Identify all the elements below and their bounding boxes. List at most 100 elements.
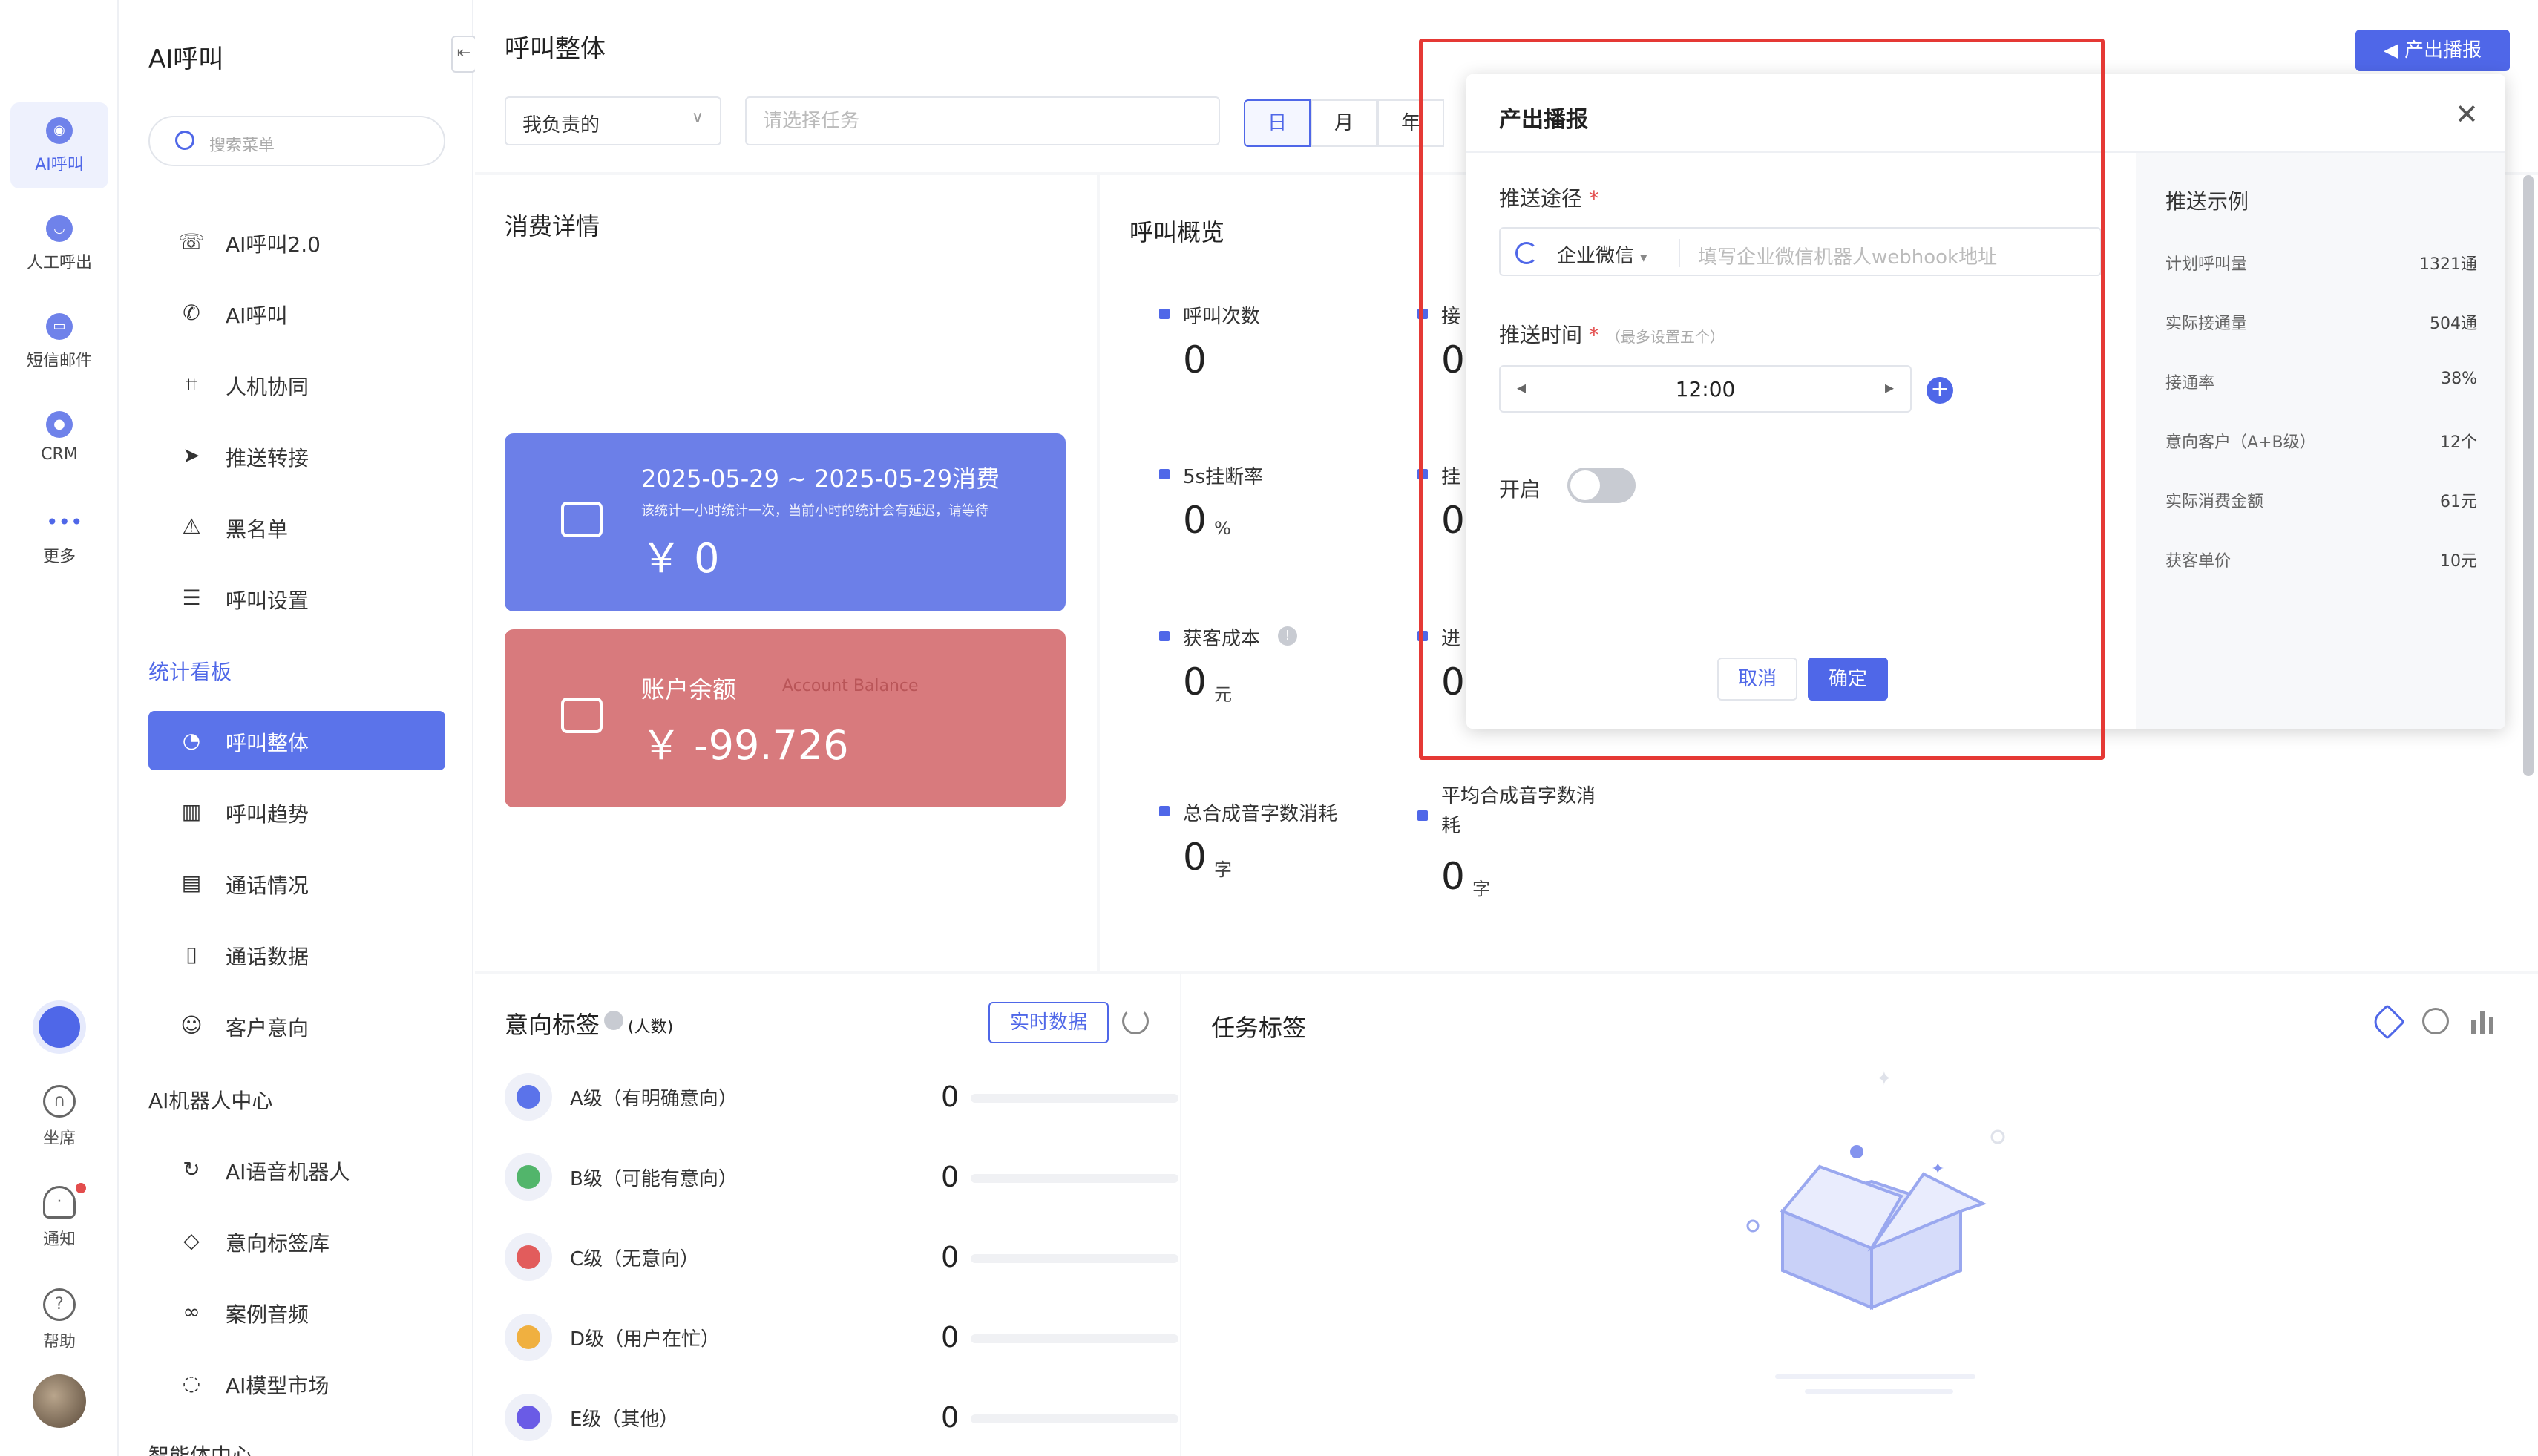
intent-level-icon: [505, 1394, 552, 1441]
example-title: 推送示例: [2165, 189, 2249, 214]
menu-item[interactable]: ☏ AI呼叫2.0: [148, 212, 445, 272]
collapse-menu-button[interactable]: ⇤: [451, 36, 476, 73]
chat-icon: ◌: [182, 1371, 201, 1395]
help-icon: ?: [43, 1288, 76, 1321]
menu-item[interactable]: ☺ 客户意向: [148, 996, 445, 1055]
example-row: 获客单价 10元: [2165, 552, 2477, 571]
menu-item[interactable]: ◔ 呼叫整体: [148, 711, 445, 770]
push-example-pane: 推送示例 计划呼叫量 1321通 实际接通量 504通 接通率 38% 意向客户（A+B级）…: [2136, 153, 2505, 729]
overview-title: 呼叫概览: [1129, 218, 1225, 246]
svg-text:✦: ✦: [1931, 1160, 1944, 1178]
intent-progress-bar: [971, 1174, 1178, 1183]
side-menu: AI呼叫 ⇤ 搜索菜单 ☏ AI呼叫2.0 ✆ AI呼叫 ⌗ 人机协同 ➤ 推送转接 ⚠ 黑名单 ☰…: [120, 0, 476, 1456]
menu-item[interactable]: ▯ 通话数据: [148, 925, 445, 984]
intent-row: B级（可能有意向） 0: [505, 1149, 1178, 1205]
phone-icon: ◡: [46, 215, 73, 242]
menu-section-stats[interactable]: 统计看板: [148, 656, 232, 686]
tag-view-icon[interactable]: [2369, 1003, 2406, 1040]
intent-level-icon: [505, 1314, 552, 1361]
empty-box-illustration: ✦ ✦: [1746, 1068, 2005, 1394]
bar-view-icon[interactable]: [2470, 1008, 2496, 1034]
intent-level-icon: [505, 1153, 552, 1201]
menu-item[interactable]: ➤ 推送转接: [148, 426, 445, 485]
menu-item[interactable]: ⌗ 人机协同: [148, 355, 445, 414]
pie-chart-icon: ◔: [182, 728, 201, 752]
consumption-title: 消费详情: [505, 212, 600, 240]
rail-item-notice[interactable]: · 通知: [10, 1180, 108, 1262]
intent-row: A级（有明确意向） 0: [505, 1069, 1178, 1125]
refresh-icon[interactable]: [1122, 1008, 1149, 1034]
menu-item[interactable]: ◌ AI模型市场: [148, 1354, 445, 1413]
page-title: 呼叫整体: [505, 34, 606, 64]
send-icon: ➤: [183, 443, 200, 468]
example-row: 实际接通量 504通: [2165, 315, 2477, 333]
intent-progress-bar: [971, 1414, 1178, 1423]
intent-progress-bar: [971, 1334, 1178, 1343]
menu-item[interactable]: ▤ 通话情况: [148, 853, 445, 913]
example-row: 意向客户（A+B级） 12个: [2165, 433, 2477, 452]
menu-section-agent[interactable]: 智能体中心: [148, 1440, 252, 1456]
megaphone-icon: ◀: [2383, 39, 2405, 62]
menu-item[interactable]: ↻ AI语音机器人: [148, 1140, 445, 1199]
info-icon[interactable]: !: [1278, 626, 1297, 646]
file-search-icon: ▯: [186, 942, 197, 966]
task-select-input[interactable]: [745, 96, 1220, 145]
consumption-card: 2025-05-29 ~ 2025-05-29消费 该统计一小时统计一次，当前小…: [505, 433, 1066, 611]
example-row: 接通率 38%: [2165, 370, 2477, 393]
pie-view-icon[interactable]: [2422, 1008, 2449, 1034]
rail-item-help[interactable]: ? 帮助: [10, 1282, 108, 1364]
menu-section-robot[interactable]: AI机器人中心: [148, 1085, 272, 1115]
rail-item-more[interactable]: ••• 更多: [10, 494, 108, 580]
intent-panel: 意向标签 (人数) 实时数据 A级（有明确意向） 0 B级（可能有意向） 0 C级（无意…: [475, 974, 1180, 1456]
intent-row: E级（其他） 0: [505, 1389, 1178, 1446]
intent-progress-bar: [971, 1254, 1178, 1263]
ai-robot-icon: ◉: [46, 117, 73, 144]
headset-icon: ∩: [43, 1085, 76, 1118]
crm-icon: ●: [46, 411, 73, 438]
warning-icon: ⚠: [182, 514, 201, 539]
sliders-icon: ☰: [182, 586, 201, 610]
notification-dot: [76, 1183, 86, 1193]
status-orb-icon[interactable]: [39, 1006, 80, 1048]
scrollbar[interactable]: [2523, 175, 2534, 776]
avatar[interactable]: [33, 1374, 86, 1428]
intent-row: D级（用户在忙） 0: [505, 1309, 1178, 1365]
search-icon: [175, 131, 194, 150]
icon-rail: ◉ AI呼叫 ◡ 人工呼出 ▭ 短信邮件 ● CRM ••• 更多 ∩ 坐席 ·…: [0, 0, 119, 1456]
phone-plus-icon: ☏: [178, 229, 205, 254]
document-icon: ▤: [181, 870, 202, 895]
phone-icon: ✆: [183, 301, 200, 325]
bar-chart-icon: ▥: [181, 799, 202, 824]
broadcast-button[interactable]: ◀ 产出播报: [2355, 30, 2510, 71]
menu-title: AI呼叫: [148, 45, 224, 74]
menu-item[interactable]: ∞ 案例音频: [148, 1282, 445, 1342]
rail-item-sms-mail[interactable]: ▭ 短信邮件: [10, 298, 108, 384]
segment-month[interactable]: 月: [1311, 99, 1377, 147]
intent-title: 意向标签 (人数): [505, 1011, 674, 1039]
close-icon[interactable]: ✕: [2455, 98, 2479, 131]
rail-item-seat[interactable]: ∩ 坐席: [10, 1079, 108, 1161]
menu-item[interactable]: ◇ 意向标签库: [148, 1211, 445, 1270]
realtime-data-button[interactable]: 实时数据: [988, 1002, 1109, 1043]
balance-card: 账户余额 Account Balance ￥ -99.726: [505, 629, 1066, 807]
more-icon: •••: [46, 510, 83, 534]
annotation-highlight-box: [1419, 39, 2105, 760]
menu-item[interactable]: ☰ 呼叫设置: [148, 568, 445, 628]
menu-item[interactable]: ▥ 呼叫趋势: [148, 782, 445, 842]
info-icon[interactable]: [604, 1011, 623, 1030]
intent-level-icon: [505, 1233, 552, 1281]
rail-item-crm[interactable]: ● CRM: [10, 396, 108, 482]
rail-item-ai-call[interactable]: ◉ AI呼叫: [10, 102, 108, 188]
intent-level-icon: [505, 1073, 552, 1121]
menu-item[interactable]: ⚠ 黑名单: [148, 497, 445, 557]
message-icon: ▭: [46, 313, 73, 340]
segment-day[interactable]: 日: [1244, 99, 1311, 147]
smile-icon: ☺: [180, 1013, 203, 1037]
svg-text:✦: ✦: [1876, 1068, 1892, 1090]
refresh-star-icon: ↻: [183, 1157, 200, 1181]
chevron-down-icon: ∨: [691, 108, 704, 127]
owner-select[interactable]: 我负责的 ∨: [505, 96, 721, 145]
menu-item[interactable]: ✆ AI呼叫: [148, 283, 445, 343]
rail-item-manual-call[interactable]: ◡ 人工呼出: [10, 200, 108, 286]
menu-search-input[interactable]: 搜索菜单: [148, 116, 445, 166]
